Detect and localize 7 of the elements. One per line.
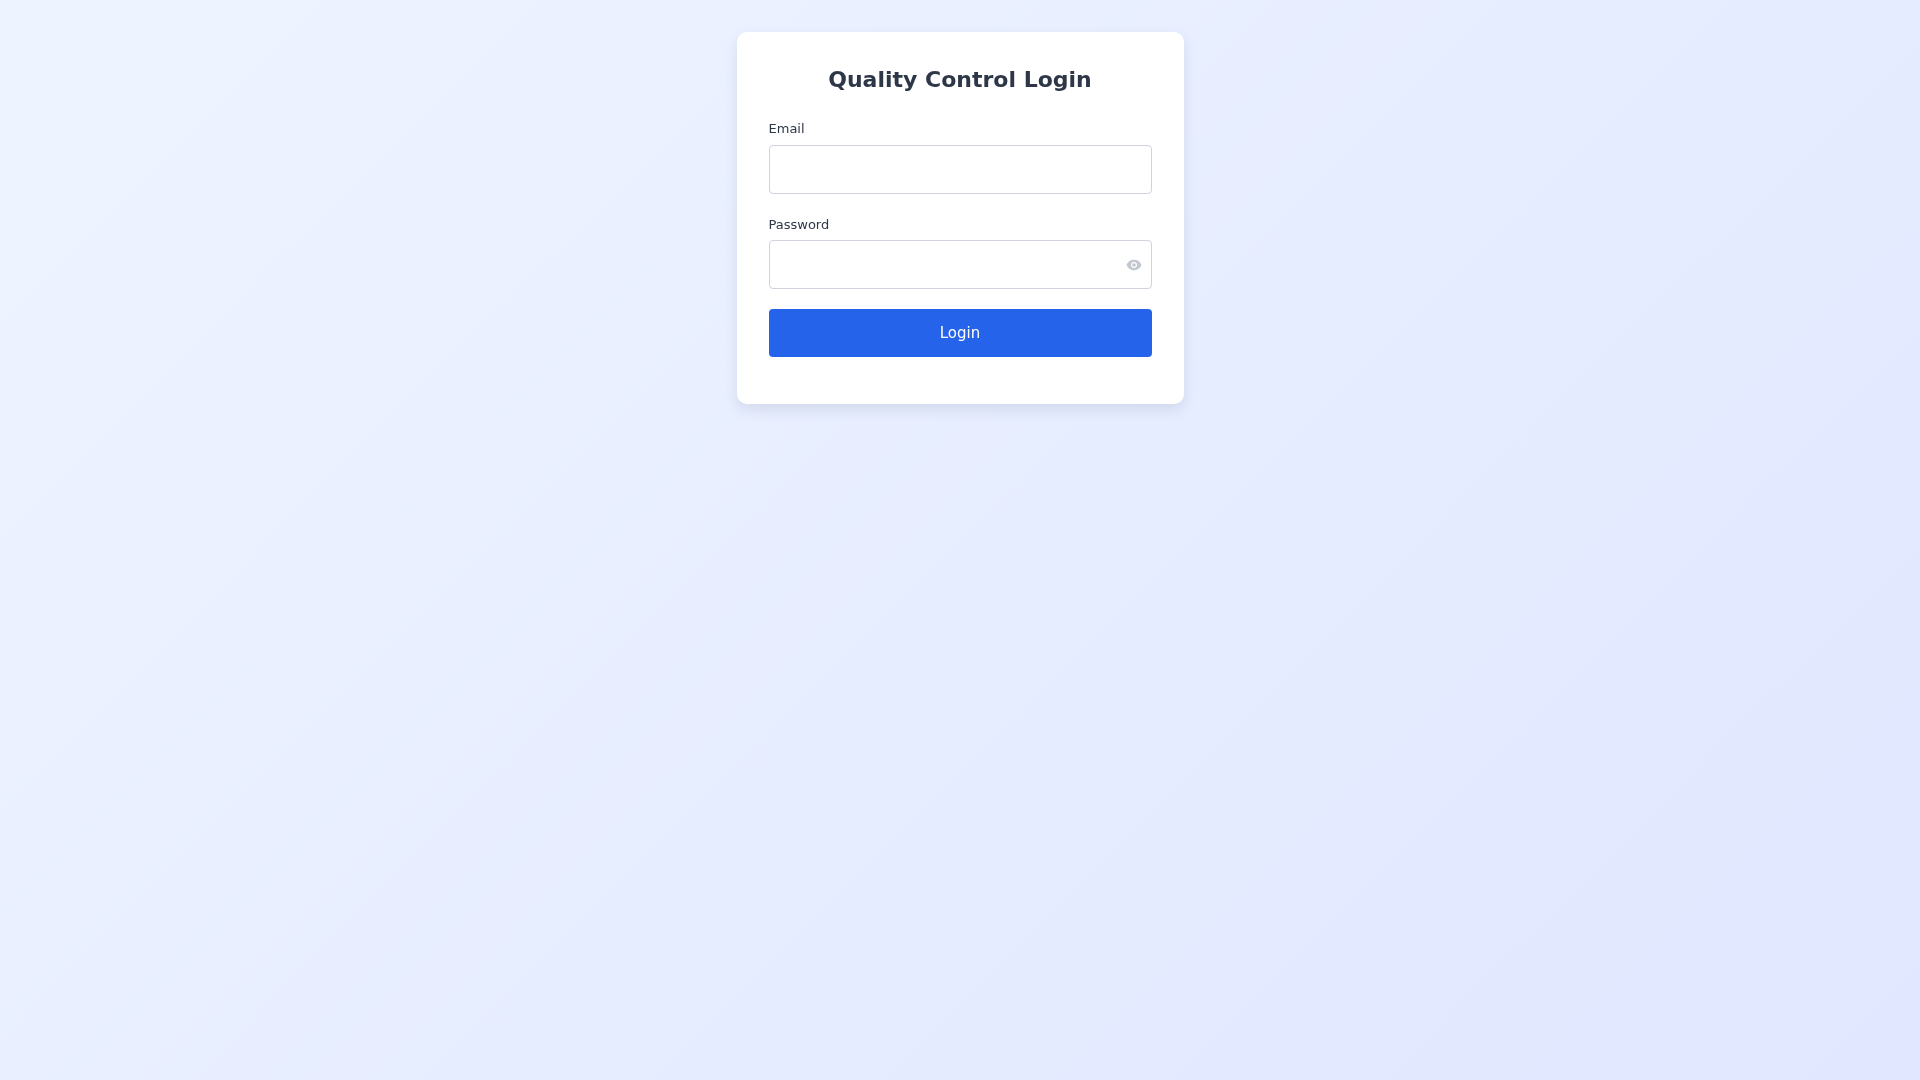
login-button[interactable]: Login [768,309,1152,357]
eye-icon[interactable] [1125,258,1142,271]
field-label: Password [768,215,830,234]
email-field[interactable] [768,144,1152,194]
field-label: Email [768,120,805,138]
password-field[interactable] [768,240,1152,289]
login-title: Quality Control Login [827,66,1093,94]
